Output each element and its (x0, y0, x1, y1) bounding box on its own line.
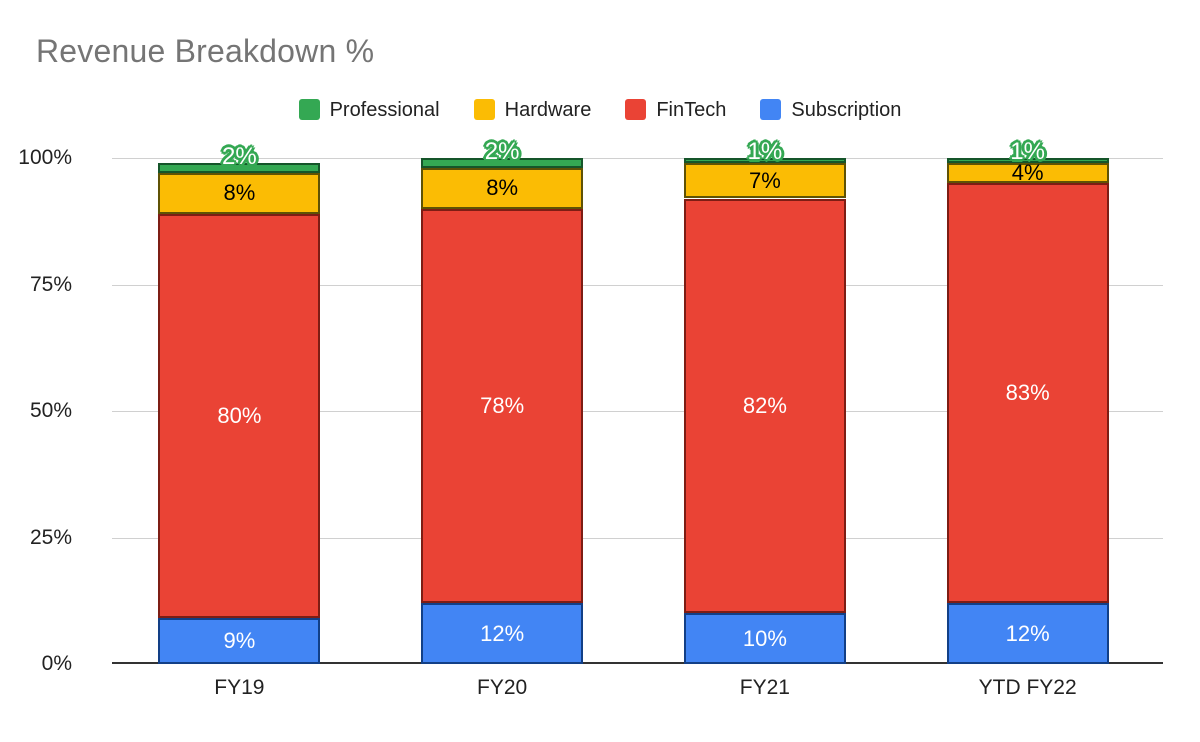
bar-segment-professional[interactable] (946, 158, 1109, 164)
legend-swatch-icon (625, 99, 647, 120)
x-axis-tick-label: YTD FY22 (978, 676, 1077, 699)
x-axis-tick-label: FY20 (477, 676, 528, 699)
bar-segment-professional[interactable] (421, 158, 584, 169)
legend-item-fintech[interactable]: FinTech (625, 99, 726, 120)
bar-group-ytd-fy22[interactable]: 12% 83% 4% 1% (946, 140, 1109, 664)
bar-segment-fintech[interactable]: 78% (421, 208, 584, 604)
bar-segment-subscription[interactable]: 10% (683, 613, 846, 664)
bar-segment-value-label: 8% (486, 175, 519, 201)
x-axis-tick-label: FY21 (739, 676, 790, 699)
bar-segment-hardware[interactable]: 4% (946, 160, 1109, 186)
legend-item-hardware[interactable]: Hardware (473, 98, 592, 121)
bar-segment-value-label: 4% (1011, 160, 1044, 186)
legend-swatch-icon (298, 99, 320, 120)
bar-segment-fintech[interactable]: 82% (683, 198, 846, 614)
bar-segment-subscription[interactable]: 9% (158, 618, 321, 664)
bar-segment-value-label: 83% (1005, 380, 1050, 406)
y-axis-tick-label: 75% (29, 272, 72, 296)
bar-segment-value-label: 12% (480, 620, 525, 646)
x-axis-tick-label: FY19 (214, 676, 265, 699)
bar-segment-hardware[interactable]: 7% (683, 163, 846, 199)
legend-item-professional[interactable]: Professional (298, 98, 440, 121)
bar-segment-fintech[interactable]: 80% (158, 213, 321, 619)
bar-segment-professional[interactable] (158, 163, 321, 174)
plot-area: 0% 25% 50% 75% 100% 9% 80% 8% 2% 12% 78% 8% 2% 10% 82%… (18, 140, 1163, 675)
legend-item-subscription[interactable]: Subscription (760, 99, 901, 120)
legend-item-label: FinTech (656, 98, 727, 121)
chart-container: Revenue Breakdown % Professional Hardware… (0, 0, 1200, 742)
legend-item-label: Hardware (504, 98, 592, 121)
chart-legend: Professional Hardware FinTech Subscription (0, 99, 1200, 120)
y-axis-tick-label: 0% (41, 652, 72, 675)
bar-group-fy20[interactable]: 12% 78% 8% 2% (421, 140, 584, 664)
bar-segment-professional[interactable] (683, 158, 846, 164)
bar-segment-value-label: 82% (742, 392, 787, 418)
bar-segment-value-label: 78% (480, 392, 525, 418)
bar-segment-value-label: 80% (217, 403, 262, 429)
legend-swatch-icon (473, 99, 495, 120)
bar-group-fy21[interactable]: 10% 82% 7% 1% (683, 140, 846, 664)
y-axis-tick-label: 50% (29, 399, 72, 422)
bar-segment-value-label: 7% (748, 167, 781, 193)
bar-segment-value-label: 9% (223, 628, 256, 654)
chart-title: Revenue Breakdown % (36, 33, 375, 69)
bar-segment-value-label: 12% (1005, 620, 1050, 646)
bar-segment-hardware[interactable]: 8% (158, 173, 321, 214)
legend-swatch-icon (760, 99, 782, 120)
bar-segment-hardware[interactable]: 8% (421, 168, 584, 209)
legend-item-label: Professional (329, 98, 440, 121)
bar-segment-subscription[interactable]: 12% (421, 603, 584, 664)
bar-segment-value-label: 8% (223, 180, 256, 206)
y-axis-tick-label: 100% (18, 146, 72, 169)
bar-segment-value-label: 10% (742, 625, 787, 651)
bar-segment-fintech[interactable]: 83% (946, 183, 1109, 604)
legend-item-label: Subscription (791, 98, 902, 121)
y-axis-tick-label: 25% (29, 525, 72, 549)
bar-group-fy19[interactable]: 9% 80% 8% 2% (158, 145, 321, 664)
bar-segment-subscription[interactable]: 12% (946, 603, 1109, 664)
